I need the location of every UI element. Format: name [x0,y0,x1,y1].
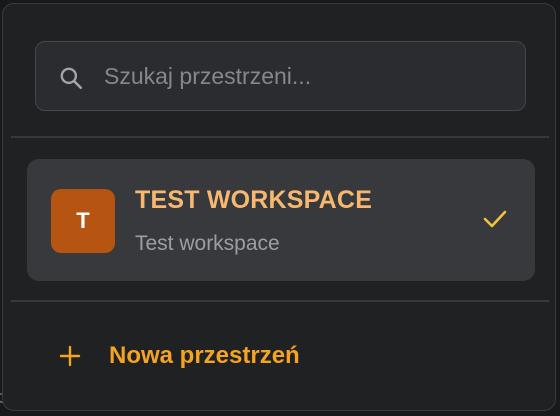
new-workspace-button[interactable]: Nowa przestrzeń [59,334,300,378]
divider [11,136,549,138]
search-input[interactable] [104,42,504,110]
divider [11,300,549,302]
workspace-switcher-panel: T TEST WORKSPACE Test workspace Nowa prz… [2,3,556,411]
search-icon [60,67,83,90]
check-icon [483,210,507,228]
workspace-avatar-initial: T [76,208,90,233]
workspace-description: Test workspace [135,232,280,255]
workspace-item-test-workspace[interactable]: T TEST WORKSPACE Test workspace [27,159,535,281]
search-box[interactable] [35,41,526,111]
new-workspace-label: Nowa przestrzeń [109,342,300,369]
workspace-name: TEST WORKSPACE [135,186,373,214]
plus-icon [59,345,81,367]
workspace-avatar: T [51,189,115,253]
